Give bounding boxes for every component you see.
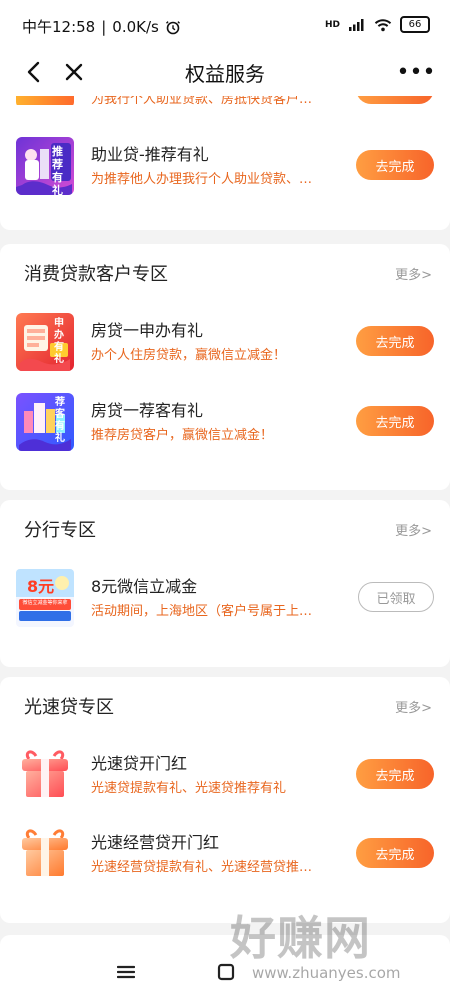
item-description: 活动期间，上海地区（客户号属于上… xyxy=(91,604,313,619)
gift-box-icon xyxy=(22,750,68,797)
hd-label: HD xyxy=(324,19,340,30)
card-branch: 分行专区 更多> 8元 微信立减金等你来拿 8元微信立减金 活动期间，上海地区（… xyxy=(0,500,450,667)
status-left: 中午12:58 | 0.0K/s xyxy=(22,16,181,37)
network-speed: 0.0K/s xyxy=(112,17,159,36)
claimed-button[interactable]: 已领取 xyxy=(358,582,434,612)
more-icon: ••• xyxy=(396,59,436,85)
item-title: 光速经营贷开门红 xyxy=(91,833,220,852)
alarm-icon xyxy=(165,20,180,34)
list-item: 推荐有礼 助业贷-推荐有礼 为推荐他人办理我行个人助业贷款、… 去完成 xyxy=(0,137,450,197)
wifi-icon xyxy=(374,18,392,31)
item-thumbnail xyxy=(16,825,74,883)
signal-icon xyxy=(349,18,364,31)
item-description: 推荐房贷客户，赢微信立减金！ xyxy=(91,428,274,443)
status-right: HD 66 xyxy=(325,16,430,33)
status-bar: 中午12:58 | 0.0K/s HD 66 xyxy=(0,0,450,50)
header-bar: 权益服务 ••• xyxy=(0,50,450,96)
status-separator: | xyxy=(101,17,107,36)
complete-button[interactable]: 去完成 xyxy=(356,150,434,180)
section-more-link[interactable]: 更多> xyxy=(395,697,432,716)
item-title: 8元微信立减金 xyxy=(91,577,198,596)
card-lightning-loan: 光速贷专区 更多> 光速贷开门红 光速贷提款有礼、光速贷推荐有礼 去完成 光速经… xyxy=(0,677,450,923)
item-title: 房贷一荐客有礼 xyxy=(91,401,204,420)
thumb-label: 申办有礼 xyxy=(54,318,64,365)
gift-box-icon xyxy=(22,829,68,876)
item-description: 办个人住房贷款，赢微信立减金！ xyxy=(91,348,287,363)
partial-list-item: 为我行个人助业贷款、房抵快贷客户… xyxy=(0,96,450,105)
menu-icon xyxy=(117,965,135,979)
partial-thumb xyxy=(16,96,74,105)
partial-button[interactable] xyxy=(356,96,434,104)
section-title: 分行专区 xyxy=(24,520,96,541)
complete-button[interactable]: 去完成 xyxy=(356,326,434,356)
item-description: 为推荐他人办理我行个人助业贷款、… xyxy=(91,172,313,187)
item-description: 光速贷提款有礼、光速贷推荐有礼 xyxy=(91,781,287,796)
section-title: 光速贷专区 xyxy=(24,697,114,718)
thumb-label: 荐客有礼 xyxy=(55,397,65,444)
list-item: 申办有礼 房贷一申办有礼 办个人住房贷款，赢微信立减金！ 去完成 xyxy=(0,313,450,373)
thumb-label: 推荐有礼 xyxy=(52,145,63,195)
complete-button[interactable]: 去完成 xyxy=(356,838,434,868)
list-item: 光速贷开门红 光速贷提款有礼、光速贷推荐有礼 去完成 xyxy=(0,746,450,806)
card-top: 为我行个人助业贷款、房抵快贷客户… 推荐有礼 助业贷-推荐有礼 为推荐他人办理我… xyxy=(0,96,450,230)
coupon-value-label: 8元 xyxy=(27,577,55,596)
item-thumbnail xyxy=(16,746,74,804)
item-thumbnail: 申办有礼 xyxy=(16,313,74,371)
list-item: 8元 微信立减金等你来拿 8元微信立减金 活动期间，上海地区（客户号属于上… 已… xyxy=(0,569,450,629)
status-time: 中午12:58 xyxy=(22,18,96,36)
item-title: 房贷一申办有礼 xyxy=(91,321,204,340)
list-item: 光速经营贷开门红 光速经营贷提款有礼、光速经营贷推… 去完成 xyxy=(0,825,450,885)
more-options-button[interactable]: ••• xyxy=(396,54,436,90)
system-navigation-bar xyxy=(0,944,450,1000)
card-consumer-loan: 消费贷款客户专区 更多> 申办有礼 房贷一申办有礼 办个人住房贷款，赢微信立减金… xyxy=(0,244,450,490)
section-more-link[interactable]: 更多> xyxy=(395,520,432,539)
home-button[interactable] xyxy=(212,960,240,984)
page-title: 权益服务 xyxy=(185,62,265,86)
coupon-subtitle: 微信立减金等你来拿 xyxy=(22,600,68,606)
section-title: 消费贷款客户专区 xyxy=(24,264,168,285)
item-thumbnail: 8元 微信立减金等你来拿 xyxy=(16,569,74,627)
item-thumbnail: 荐客有礼 xyxy=(16,393,74,451)
item-thumbnail: 推荐有礼 xyxy=(16,137,74,195)
complete-button[interactable]: 去完成 xyxy=(356,406,434,436)
item-description: 光速经营贷提款有礼、光速经营贷推… xyxy=(91,860,313,875)
complete-button[interactable]: 去完成 xyxy=(356,759,434,789)
home-icon xyxy=(217,963,235,981)
battery-level: 66 xyxy=(408,18,422,30)
recent-apps-button[interactable] xyxy=(112,960,140,984)
item-title: 助业贷-推荐有礼 xyxy=(91,145,209,164)
battery-indicator: 66 xyxy=(400,16,430,33)
list-item: 荐客有礼 房贷一荐客有礼 推荐房贷客户，赢微信立减金！ 去完成 xyxy=(0,393,450,453)
section-more-link[interactable]: 更多> xyxy=(395,264,432,283)
item-title: 光速贷开门红 xyxy=(91,754,188,773)
partial-item-desc: 为我行个人助业贷款、房抵快贷客户… xyxy=(91,96,313,105)
